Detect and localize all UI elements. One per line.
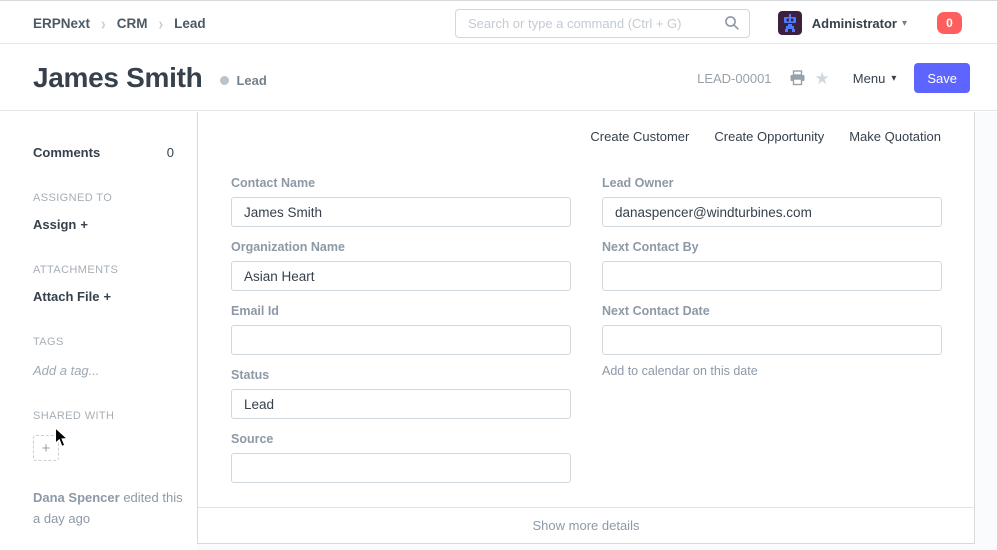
chevron-down-icon[interactable]: ▾ <box>902 18 907 29</box>
global-search <box>455 9 750 38</box>
add-tag-input[interactable]: Add a tag... <box>33 363 177 378</box>
make-quotation-button[interactable]: Make Quotation <box>849 129 941 144</box>
content-area: Comments 0 ASSIGNED TO Assign + ATTACHMEN… <box>0 112 997 550</box>
status-select[interactable] <box>231 389 571 419</box>
email-id-label: Email Id <box>231 304 571 318</box>
comments-count: 0 <box>167 145 174 160</box>
plus-icon: + <box>80 217 88 232</box>
contact-name-label: Contact Name <box>231 176 571 190</box>
next-contact-by-label: Next Contact By <box>602 240 942 254</box>
last-modified-note: Dana Spencer edited this a day ago <box>33 488 183 530</box>
field-next-contact-by: Next Contact By <box>602 240 942 291</box>
navbar: ERPNext › CRM › Lead <box>0 0 997 44</box>
comments-label: Comments <box>33 145 100 160</box>
modified-by-name: Dana Spencer <box>33 490 120 505</box>
search-input[interactable] <box>455 9 750 38</box>
print-icon[interactable] <box>789 70 806 86</box>
source-label: Source <box>231 432 571 446</box>
notification-badge[interactable]: 0 <box>937 12 962 34</box>
attachments-heading: ATTACHMENTS <box>33 264 177 276</box>
save-button[interactable]: Save <box>914 63 970 93</box>
chevron-down-icon: ▾ <box>891 73 896 84</box>
field-email-id: Email Id <box>231 304 571 355</box>
tags-heading: TAGS <box>33 336 177 348</box>
page-head: James Smith Lead LEAD-00001 ★ Menu ▾ Sav… <box>0 45 997 111</box>
form-sidebar: Comments 0 ASSIGNED TO Assign + ATTACHMEN… <box>0 112 197 550</box>
doc-id: LEAD-00001 <box>697 71 771 86</box>
form-card: Create Customer Create Opportunity Make … <box>197 112 975 544</box>
status-indicator: Lead <box>220 69 266 88</box>
field-lead-owner: Lead Owner <box>602 176 942 227</box>
contact-name-input[interactable] <box>231 197 571 227</box>
field-organization-name: Organization Name <box>231 240 571 291</box>
sidebar-item-comments[interactable]: Comments 0 <box>33 145 174 160</box>
create-opportunity-button[interactable]: Create Opportunity <box>714 129 824 144</box>
email-id-input[interactable] <box>231 325 571 355</box>
favorite-star-icon[interactable]: ★ <box>815 70 830 87</box>
source-input[interactable] <box>231 453 571 483</box>
menu-button[interactable]: Menu ▾ <box>853 71 897 86</box>
field-next-contact-date: Next Contact Date Add to calendar on thi… <box>602 304 942 378</box>
assign-label: Assign <box>33 217 76 232</box>
assigned-to-heading: ASSIGNED TO <box>33 192 177 204</box>
next-contact-date-input[interactable] <box>602 325 942 355</box>
plus-icon: + <box>103 289 111 304</box>
next-contact-by-input[interactable] <box>602 261 942 291</box>
chevron-right-icon: › <box>101 13 106 33</box>
navbar-user-area: Administrator ▾ 0 <box>778 1 962 45</box>
assign-button[interactable]: Assign + <box>33 217 177 232</box>
chevron-right-icon: › <box>158 13 163 33</box>
status-indicator-label: Lead <box>236 73 266 88</box>
add-share-button[interactable]: + <box>33 435 59 461</box>
create-customer-button[interactable]: Create Customer <box>590 129 689 144</box>
breadcrumb-crm[interactable]: CRM <box>117 16 148 31</box>
field-status: Status <box>231 368 571 419</box>
breadcrumb-erpnext[interactable]: ERPNext <box>33 16 90 31</box>
attach-file-label: Attach File <box>33 289 99 304</box>
page-head-actions: LEAD-00001 ★ Menu ▾ Save <box>697 45 970 111</box>
form-column-left: Contact Name Organization Name Email Id … <box>231 176 571 496</box>
shared-with-heading: SHARED WITH <box>33 410 177 422</box>
organization-name-label: Organization Name <box>231 240 571 254</box>
organization-name-input[interactable] <box>231 261 571 291</box>
page-title: James Smith <box>33 62 202 94</box>
breadcrumb-lead[interactable]: Lead <box>174 16 206 31</box>
form-column-right: Lead Owner Next Contact By Next Contact … <box>602 176 942 496</box>
form-fields: Contact Name Organization Name Email Id … <box>198 144 974 496</box>
form-action-links: Create Customer Create Opportunity Make … <box>198 112 974 144</box>
field-contact-name: Contact Name <box>231 176 571 227</box>
lead-owner-input[interactable] <box>602 197 942 227</box>
menu-button-label: Menu <box>853 71 886 86</box>
status-dot-icon <box>220 76 229 85</box>
show-more-details-button[interactable]: Show more details <box>198 507 974 543</box>
lead-owner-label: Lead Owner <box>602 176 942 190</box>
next-contact-date-help: Add to calendar on this date <box>602 364 942 378</box>
next-contact-date-label: Next Contact Date <box>602 304 942 318</box>
attach-file-button[interactable]: Attach File + <box>33 289 177 304</box>
field-source: Source <box>231 432 571 483</box>
title-area: James Smith Lead <box>33 45 267 111</box>
user-avatar[interactable] <box>778 11 802 35</box>
status-label: Status <box>231 368 571 382</box>
breadcrumb: ERPNext › CRM › Lead <box>33 1 206 45</box>
user-menu[interactable]: Administrator <box>812 16 897 31</box>
